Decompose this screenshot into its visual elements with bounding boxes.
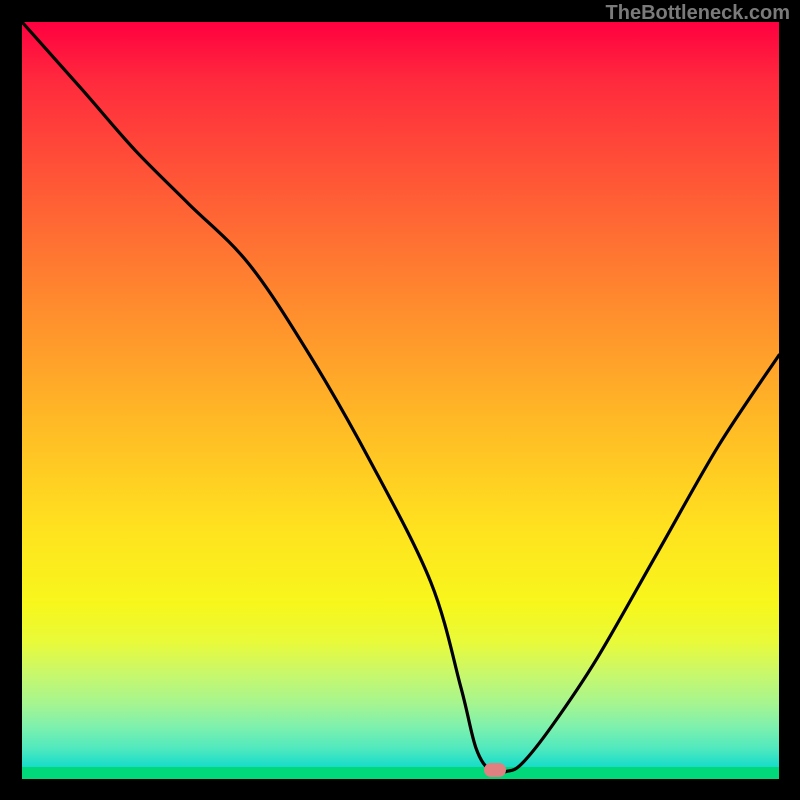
curve-path — [22, 22, 779, 773]
optimal-marker — [484, 763, 506, 777]
chart-stage: TheBottleneck.com — [0, 0, 800, 800]
plot-area — [22, 22, 779, 779]
bottleneck-curve — [22, 22, 779, 779]
